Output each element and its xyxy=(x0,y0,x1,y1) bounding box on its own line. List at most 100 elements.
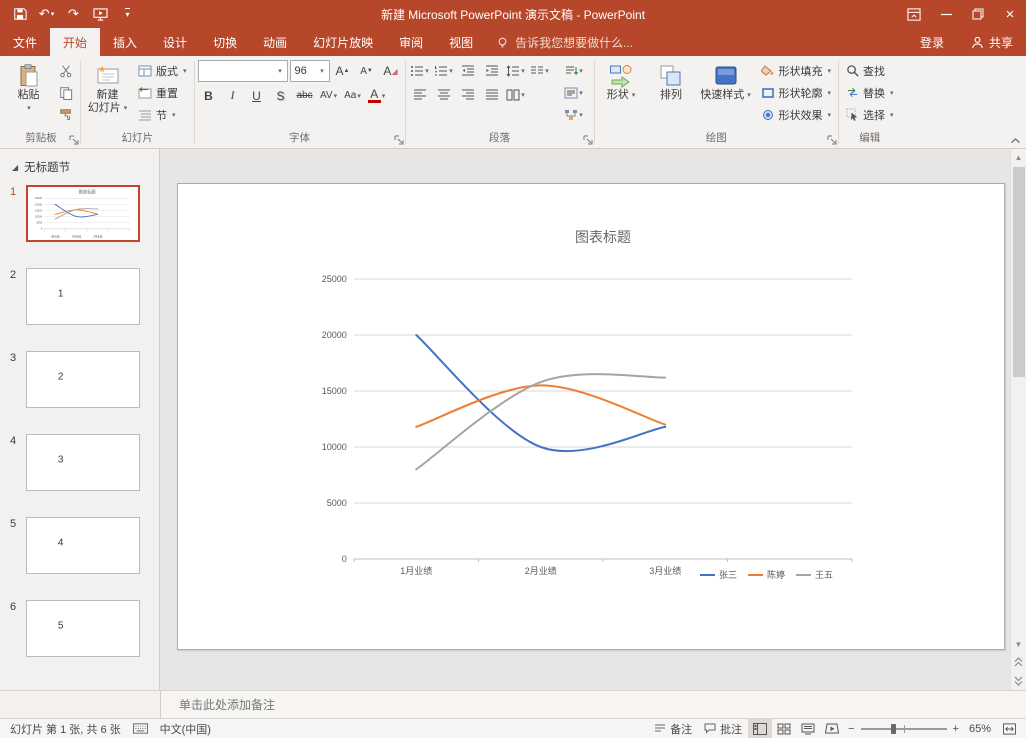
align-center-button[interactable] xyxy=(433,84,455,105)
zoom-level-button[interactable]: 65% xyxy=(963,719,997,738)
columns-button[interactable]: ▾ xyxy=(529,60,551,81)
align-left-button[interactable] xyxy=(409,84,431,105)
new-slide-button[interactable]: 新建 幻灯片 ▾ xyxy=(84,60,131,115)
sign-in-button[interactable]: 登录 xyxy=(906,28,958,56)
slide-sorter-view-button[interactable] xyxy=(772,719,796,738)
next-slide-button[interactable] xyxy=(1011,671,1026,690)
tab-design[interactable]: 设计 xyxy=(150,28,200,56)
tab-animations[interactable]: 动画 xyxy=(250,28,300,56)
maximize-restore-button[interactable] xyxy=(962,0,994,28)
ribbon-display-options-button[interactable] xyxy=(898,0,930,28)
align-text-button[interactable]: ▾ xyxy=(557,82,591,103)
slide-thumbnail-5[interactable]: 4 xyxy=(26,517,140,574)
save-button[interactable] xyxy=(6,0,33,28)
paste-button[interactable]: 粘贴 ▾ xyxy=(5,60,52,115)
convert-to-smartart-button[interactable]: ▾ xyxy=(557,104,591,125)
character-spacing-button[interactable]: AV ▾ xyxy=(318,85,340,106)
fit-slide-to-window-button[interactable] xyxy=(997,719,1022,738)
tab-home[interactable]: 开始 xyxy=(50,28,101,56)
clipboard-dialog-launcher[interactable] xyxy=(69,135,79,145)
shape-outline-button[interactable]: 形状轮廓 ▾ xyxy=(757,82,836,103)
close-button[interactable]: × xyxy=(994,0,1026,28)
notes-toggle-button[interactable]: 备注 xyxy=(648,719,698,738)
section-button[interactable]: 节 ▾ xyxy=(134,104,191,125)
justify-button[interactable] xyxy=(481,84,503,105)
tab-file[interactable]: 文件 xyxy=(0,28,50,56)
shape-fill-button[interactable]: 形状填充 ▾ xyxy=(757,60,836,81)
find-button[interactable]: 查找 xyxy=(842,60,898,81)
section-header[interactable]: ◢ 无标题节 xyxy=(0,149,159,185)
text-direction-button[interactable]: ▾ xyxy=(557,60,591,81)
slide-canvas[interactable]: 0 5000 10000 15000 20000 25000 1月业绩 2月业绩 3月业绩 图表标… xyxy=(177,183,1005,650)
cut-button[interactable] xyxy=(55,60,77,81)
minimize-button[interactable] xyxy=(930,0,962,28)
layout-button[interactable]: 版式 ▾ xyxy=(134,60,191,81)
start-slideshow-button[interactable] xyxy=(87,0,114,28)
scroll-up-button[interactable]: ▲ xyxy=(1011,149,1026,165)
align-right-button[interactable] xyxy=(457,84,479,105)
add-remove-columns-button[interactable]: ▾ xyxy=(505,84,527,105)
slideshow-view-button[interactable] xyxy=(820,719,844,738)
italic-button[interactable]: I xyxy=(222,85,244,106)
replace-button[interactable]: 替换 ▾ xyxy=(842,82,898,103)
slide-thumbnail-6[interactable]: 5 xyxy=(26,600,140,657)
shape-effects-button[interactable]: 形状效果 ▾ xyxy=(757,104,836,125)
ime-keyboard-button[interactable] xyxy=(127,719,154,738)
zoom-slider[interactable] xyxy=(860,723,947,735)
notes-pane[interactable]: 单击此处添加备注 xyxy=(161,690,1026,718)
font-size-select[interactable]: 96 ▾ xyxy=(289,60,330,82)
text-shadow-button[interactable]: S xyxy=(270,85,292,106)
increase-font-size-button[interactable]: A ▲ xyxy=(332,61,354,82)
share-button[interactable]: 共享 xyxy=(958,28,1026,56)
tab-view[interactable]: 视图 xyxy=(436,28,486,56)
reading-view-button[interactable] xyxy=(796,719,820,738)
select-button[interactable]: 选择 ▾ xyxy=(842,104,898,125)
scrollbar-thumb[interactable] xyxy=(1012,167,1025,377)
zoom-slider-thumb[interactable] xyxy=(891,723,897,734)
normal-view-button[interactable] xyxy=(748,719,773,738)
font-name-select[interactable]: ▾ xyxy=(197,60,288,82)
previous-slide-button[interactable] xyxy=(1011,652,1026,671)
increase-indent-button[interactable] xyxy=(481,60,503,81)
tab-review[interactable]: 审阅 xyxy=(386,28,436,56)
decrease-indent-button[interactable] xyxy=(457,60,479,81)
zoom-out-button[interactable]: − xyxy=(848,723,854,735)
customize-qat-button[interactable]: ▾ xyxy=(114,0,141,28)
quick-styles-button[interactable]: 快速样式 ▾ xyxy=(698,60,754,102)
copy-button[interactable] xyxy=(55,82,77,103)
redo-button[interactable]: ↷ xyxy=(60,0,87,28)
tab-insert[interactable]: 插入 xyxy=(100,28,150,56)
format-painter-button[interactable] xyxy=(55,104,77,125)
comments-toggle-button[interactable]: 批注 xyxy=(698,719,748,738)
tell-me-box[interactable]: 告诉我您想要做什么... xyxy=(486,28,643,56)
font-dialog-launcher[interactable] xyxy=(394,135,404,145)
clear-formatting-button[interactable]: A ◢ xyxy=(380,61,402,82)
scroll-down-button[interactable]: ▼ xyxy=(1011,636,1026,652)
zoom-in-button[interactable]: + xyxy=(953,723,959,735)
underline-button[interactable]: U xyxy=(246,85,268,106)
slide-chart[interactable]: 0 5000 10000 15000 20000 25000 1月业绩 2月业绩 3月业绩 图表标… xyxy=(296,206,896,611)
tab-slideshow[interactable]: 幻灯片放映 xyxy=(300,28,386,56)
slide-thumbnail-1[interactable]: 0 5000 10000 15000 20000 25000 1月业绩 2月业绩 3月业绩 图表标… xyxy=(26,185,140,242)
arrange-button[interactable]: 排列 xyxy=(648,60,695,102)
font-color-button[interactable]: A ▾ xyxy=(366,85,388,106)
shapes-button[interactable]: 形状 ▾ xyxy=(598,60,645,102)
slide-thumbnail-2[interactable]: 1 xyxy=(26,268,140,325)
scrollbar-track[interactable] xyxy=(1011,165,1026,636)
change-case-button[interactable]: Aa ▾ xyxy=(342,85,364,106)
bullets-button[interactable]: ▾ xyxy=(409,60,431,81)
numbering-button[interactable]: ▾ xyxy=(433,60,455,81)
line-spacing-button[interactable]: ▾ xyxy=(505,60,527,81)
language-button[interactable]: 中文(中国) xyxy=(154,719,217,738)
drawing-dialog-launcher[interactable] xyxy=(827,135,837,145)
tab-transitions[interactable]: 切换 xyxy=(200,28,250,56)
bold-button[interactable]: B xyxy=(198,85,220,106)
decrease-font-size-button[interactable]: A ▼ xyxy=(356,61,378,82)
paragraph-dialog-launcher[interactable] xyxy=(583,135,593,145)
slide-thumbnail-3[interactable]: 2 xyxy=(26,351,140,408)
reset-button[interactable]: 重置 xyxy=(134,82,191,103)
collapse-ribbon-button[interactable] xyxy=(1010,137,1021,145)
undo-button[interactable]: ↶ ▾ xyxy=(33,0,60,28)
slide-thumbnail-4[interactable]: 3 xyxy=(26,434,140,491)
strikethrough-button[interactable]: abc xyxy=(294,85,316,106)
